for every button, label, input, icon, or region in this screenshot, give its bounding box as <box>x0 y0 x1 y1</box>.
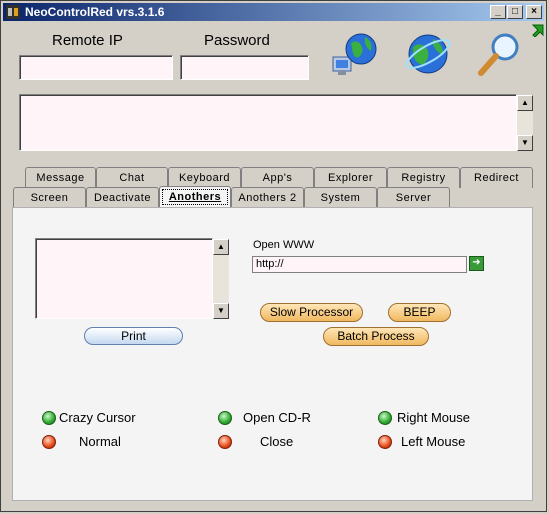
normal-led-icon[interactable] <box>42 435 56 449</box>
title-bar[interactable]: NeoControlRed vrs.3.1.6 _ □ × <box>3 3 544 21</box>
right-mouse-led-icon[interactable] <box>378 411 392 425</box>
tab-redirect[interactable]: Redirect <box>460 167 533 188</box>
green-cursor-icon <box>531 24 544 37</box>
scroll-up-icon[interactable]: ▲ <box>517 95 533 111</box>
minimize-button[interactable]: _ <box>490 5 506 19</box>
tab-anothers-2[interactable]: Anothers 2 <box>231 187 304 208</box>
maximize-button[interactable]: □ <box>507 5 523 19</box>
tab-keyboard[interactable]: Keyboard <box>168 167 241 188</box>
app-icon <box>6 5 20 19</box>
open-cdr-label[interactable]: Open CD-R <box>243 410 311 425</box>
open-www-label: Open WWW <box>253 239 315 251</box>
tab-registry[interactable]: Registry <box>387 167 460 188</box>
batch-process-button[interactable]: Batch Process <box>323 327 429 346</box>
scroll-down-icon[interactable]: ▼ <box>517 135 533 151</box>
remote-ip-input[interactable] <box>19 55 173 80</box>
magnifier-icon[interactable] <box>475 29 525 79</box>
right-mouse-label[interactable]: Right Mouse <box>397 410 470 425</box>
go-arrow-icon[interactable]: ➜ <box>469 256 484 271</box>
close-cdr-led-icon[interactable] <box>218 435 232 449</box>
network-globe-icon[interactable] <box>329 29 379 79</box>
tab-explorer[interactable]: Explorer <box>314 167 387 188</box>
beep-button[interactable]: BEEP <box>388 303 451 322</box>
print-button[interactable]: Print <box>84 327 183 345</box>
print-textarea[interactable] <box>35 238 213 319</box>
left-mouse-led-icon[interactable] <box>378 435 392 449</box>
url-input[interactable]: http:// <box>252 256 467 273</box>
password-label: Password <box>204 32 270 49</box>
tab-apps[interactable]: App's <box>241 167 314 188</box>
tab-system[interactable]: System <box>304 187 377 208</box>
tab-anothers[interactable]: Anothers <box>159 186 231 208</box>
open-cdr-led-icon[interactable] <box>218 411 232 425</box>
tab-screen[interactable]: Screen <box>13 187 86 208</box>
tab-chat[interactable]: Chat <box>96 167 168 188</box>
log-textarea[interactable] <box>19 94 517 151</box>
password-input[interactable] <box>180 55 309 80</box>
print-scrollbar[interactable]: ▲ ▼ <box>213 239 229 319</box>
close-cdr-label[interactable]: Close <box>260 434 293 449</box>
tab-server[interactable]: Server <box>377 187 450 208</box>
slow-processor-button[interactable]: Slow Processor <box>260 303 363 322</box>
crazy-cursor-label[interactable]: Crazy Cursor <box>59 410 136 425</box>
crazy-cursor-led-icon[interactable] <box>42 411 56 425</box>
remote-ip-label: Remote IP <box>52 32 123 49</box>
close-button[interactable]: × <box>526 5 542 19</box>
log-scrollbar[interactable]: ▲ ▼ <box>517 95 533 151</box>
internet-globe-icon[interactable] <box>403 29 453 79</box>
scroll-up-icon[interactable]: ▲ <box>213 239 229 255</box>
window-title: NeoControlRed vrs.3.1.6 <box>25 5 165 19</box>
left-mouse-label[interactable]: Left Mouse <box>401 434 465 449</box>
app-window: NeoControlRed vrs.3.1.6 _ □ × Remote IP … <box>0 0 547 512</box>
tab-deactivate[interactable]: Deactivate <box>86 187 159 208</box>
tab-message[interactable]: Message <box>25 167 96 188</box>
normal-label[interactable]: Normal <box>79 434 121 449</box>
scroll-down-icon[interactable]: ▼ <box>213 303 229 319</box>
